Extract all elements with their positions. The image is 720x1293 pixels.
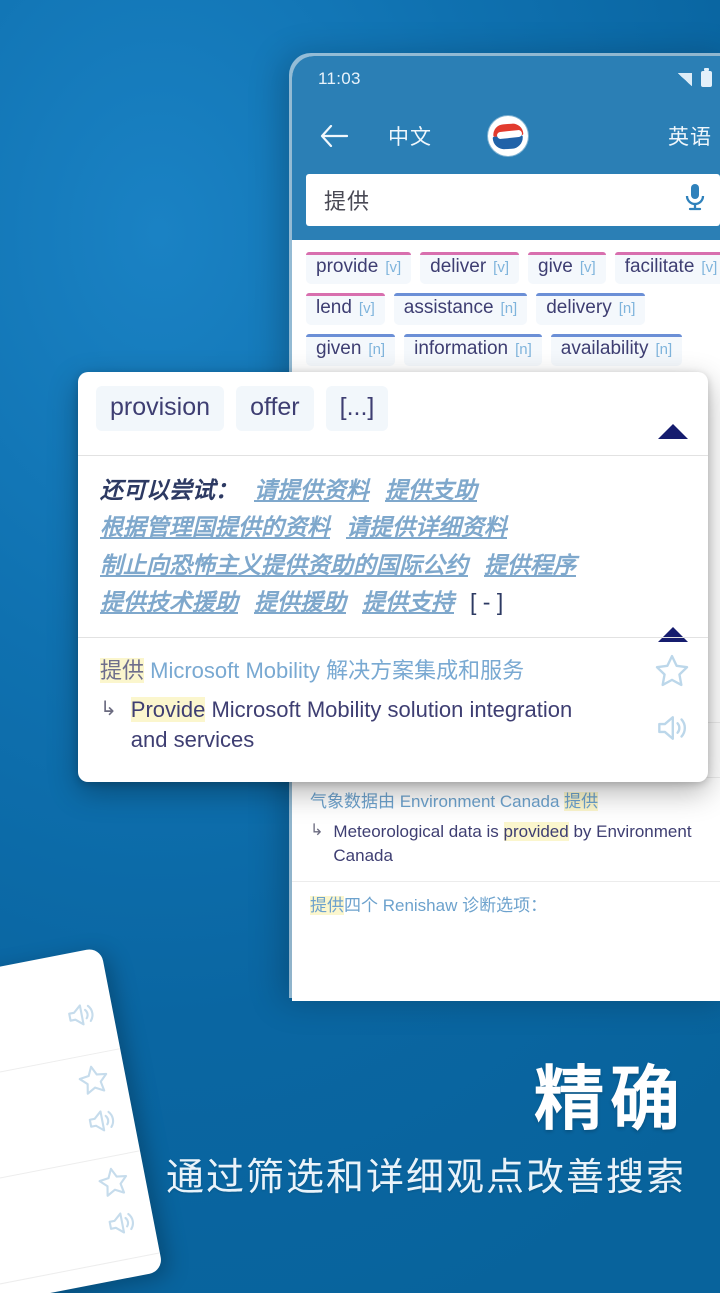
chip-label: assistance: [403, 297, 494, 318]
chip-delivery[interactable]: delivery [n]: [536, 293, 646, 325]
chip-pos: [n]: [368, 341, 386, 358]
chip-row: given [n] information [n] availability [n]: [306, 334, 720, 366]
example-source-text: 提供四个 Renishaw 诊断选项：: [310, 896, 548, 915]
example-item[interactable]: 气象数据由 Environment Canada 提供 ↳ Meteorolog…: [292, 777, 720, 881]
detail-overlay-card: provision offer [...] 还可以尝试： 请提供资料 提供支助 根据…: [78, 372, 708, 782]
suggestion-link[interactable]: 提供技术援助: [100, 589, 238, 615]
status-bar: 11:03: [292, 56, 720, 102]
overlay-chip-more[interactable]: [...]: [325, 386, 389, 431]
chip-lend[interactable]: lend [v]: [306, 293, 385, 325]
overlay-example-target: Provide Microsoft Mobility solution inte…: [130, 697, 573, 752]
also-try-line: 还可以尝试： 请提供资料 提供支助: [100, 472, 686, 509]
collapse-triangle-icon[interactable]: [658, 424, 688, 439]
chip-label: availability: [560, 338, 649, 359]
chip-label: delivery: [546, 297, 612, 318]
chip-pos: [v]: [579, 259, 596, 276]
overlay-chip-list: provision offer [...]: [78, 372, 708, 431]
star-outline-icon: [93, 1162, 136, 1207]
also-try-line: 制止向恐怖主义提供资助的国际公约 提供程序: [100, 547, 686, 584]
chip-label: deliver: [430, 256, 487, 277]
speaker-icon: [60, 995, 103, 1040]
speaker-icon: [81, 1101, 124, 1146]
star-outline-icon: [73, 1060, 116, 1105]
chip-deliver[interactable]: deliver [v]: [420, 252, 519, 284]
chip-pos: [v]: [385, 259, 402, 276]
chip-label: lend: [316, 297, 352, 318]
tilted-card-fragment: [0, 947, 164, 1293]
overlay-chip-provision[interactable]: provision: [96, 386, 225, 431]
chip-availability[interactable]: availability [n]: [550, 334, 683, 366]
chip-given[interactable]: given [n]: [306, 334, 396, 366]
chip-label: facilitate: [624, 256, 695, 277]
chip-label: give: [538, 256, 573, 277]
app-bar: 中文 英语: [292, 102, 720, 170]
example-target-text: Meteorological data is provided by Envir…: [333, 822, 692, 865]
translation-arrow-icon: ↳: [310, 822, 324, 840]
chip-facilitate[interactable]: facilitate [v]: [614, 252, 720, 284]
suggestion-link[interactable]: 提供援助: [254, 589, 346, 615]
overlay-chip-offer[interactable]: offer: [236, 386, 314, 431]
search-input[interactable]: 提供: [306, 174, 720, 226]
star-outline-icon[interactable]: [652, 652, 692, 695]
chip-pos: [n]: [515, 341, 532, 358]
translation-arrow-icon: ↳: [100, 698, 117, 720]
speaker-icon[interactable]: [652, 709, 692, 752]
overlay-example-source: 提供 Microsoft Mobility 解决方案集成和服务: [100, 658, 525, 683]
target-language-selector[interactable]: 英语: [668, 121, 712, 151]
marketing-subline: 通过筛选和详细观点改善搜索: [165, 1157, 686, 1199]
source-language-selector[interactable]: 中文: [388, 121, 432, 151]
search-query-value: 提供: [324, 189, 371, 214]
chip-give[interactable]: give [v]: [528, 252, 606, 284]
suggestion-link[interactable]: 制止向恐怖主义提供资助的国际公约: [100, 552, 468, 578]
chip-pos: [v]: [358, 300, 375, 317]
chip-assistance[interactable]: assistance [n]: [393, 293, 528, 325]
chip-row: provide [v] deliver [v] give [v] facilitate…: [306, 252, 720, 284]
suggestion-link[interactable]: 提供支助: [385, 477, 477, 503]
example-source-text: 气象数据由 Environment Canada 提供: [310, 792, 599, 812]
status-clock: 11:03: [318, 69, 361, 88]
suggestion-link[interactable]: 提供程序: [484, 552, 576, 578]
also-try-label: 还可以尝试：: [100, 477, 238, 503]
suggestion-link[interactable]: 请提供详细资料: [346, 514, 507, 540]
chip-pos: [n]: [655, 341, 673, 358]
also-try-section: 还可以尝试： 请提供资料 提供支助 根据管理国提供的资料 请提供详细资料 制止向恐怖主…: [78, 456, 708, 637]
marketing-headline: 精确: [534, 1060, 686, 1138]
chip-label: provide: [316, 256, 379, 277]
microphone-icon[interactable]: [682, 182, 708, 219]
chip-pos: [v]: [701, 259, 718, 276]
overlay-example-item[interactable]: 提供 Microsoft Mobility 解决方案集成和服务 ↳ Provid…: [78, 637, 708, 773]
signal-icon: [678, 72, 692, 86]
suggestion-link[interactable]: 请提供资料: [254, 477, 369, 503]
chip-pos: [n]: [500, 300, 518, 317]
chip-information[interactable]: information [n]: [404, 334, 542, 366]
example-item[interactable]: 提供四个 Renishaw 诊断选项：: [292, 881, 720, 933]
suggestion-link[interactable]: 提供支持: [362, 589, 454, 615]
chip-provide[interactable]: provide [v]: [306, 252, 412, 284]
chip-label: given: [316, 338, 362, 359]
search-area: 提供: [292, 170, 720, 240]
chip-pos: [v]: [493, 259, 509, 276]
back-arrow-icon[interactable]: [312, 116, 356, 156]
chip-row: lend [v] assistance [n] delivery [n]: [306, 293, 720, 325]
speaker-icon: [101, 1203, 144, 1248]
chip-pos: [n]: [618, 300, 636, 317]
linguee-logo-icon[interactable]: [488, 116, 528, 156]
suggestion-link[interactable]: 根据管理国提供的资料: [100, 514, 330, 540]
battery-icon: [701, 68, 712, 87]
chip-label: information: [414, 338, 509, 359]
also-try-line: 提供技术援助 提供援助 提供支持 [ - ]: [100, 584, 686, 621]
collapse-bracket[interactable]: [ - ]: [470, 589, 503, 615]
also-try-line: 根据管理国提供的资料 请提供详细资料: [100, 509, 686, 546]
